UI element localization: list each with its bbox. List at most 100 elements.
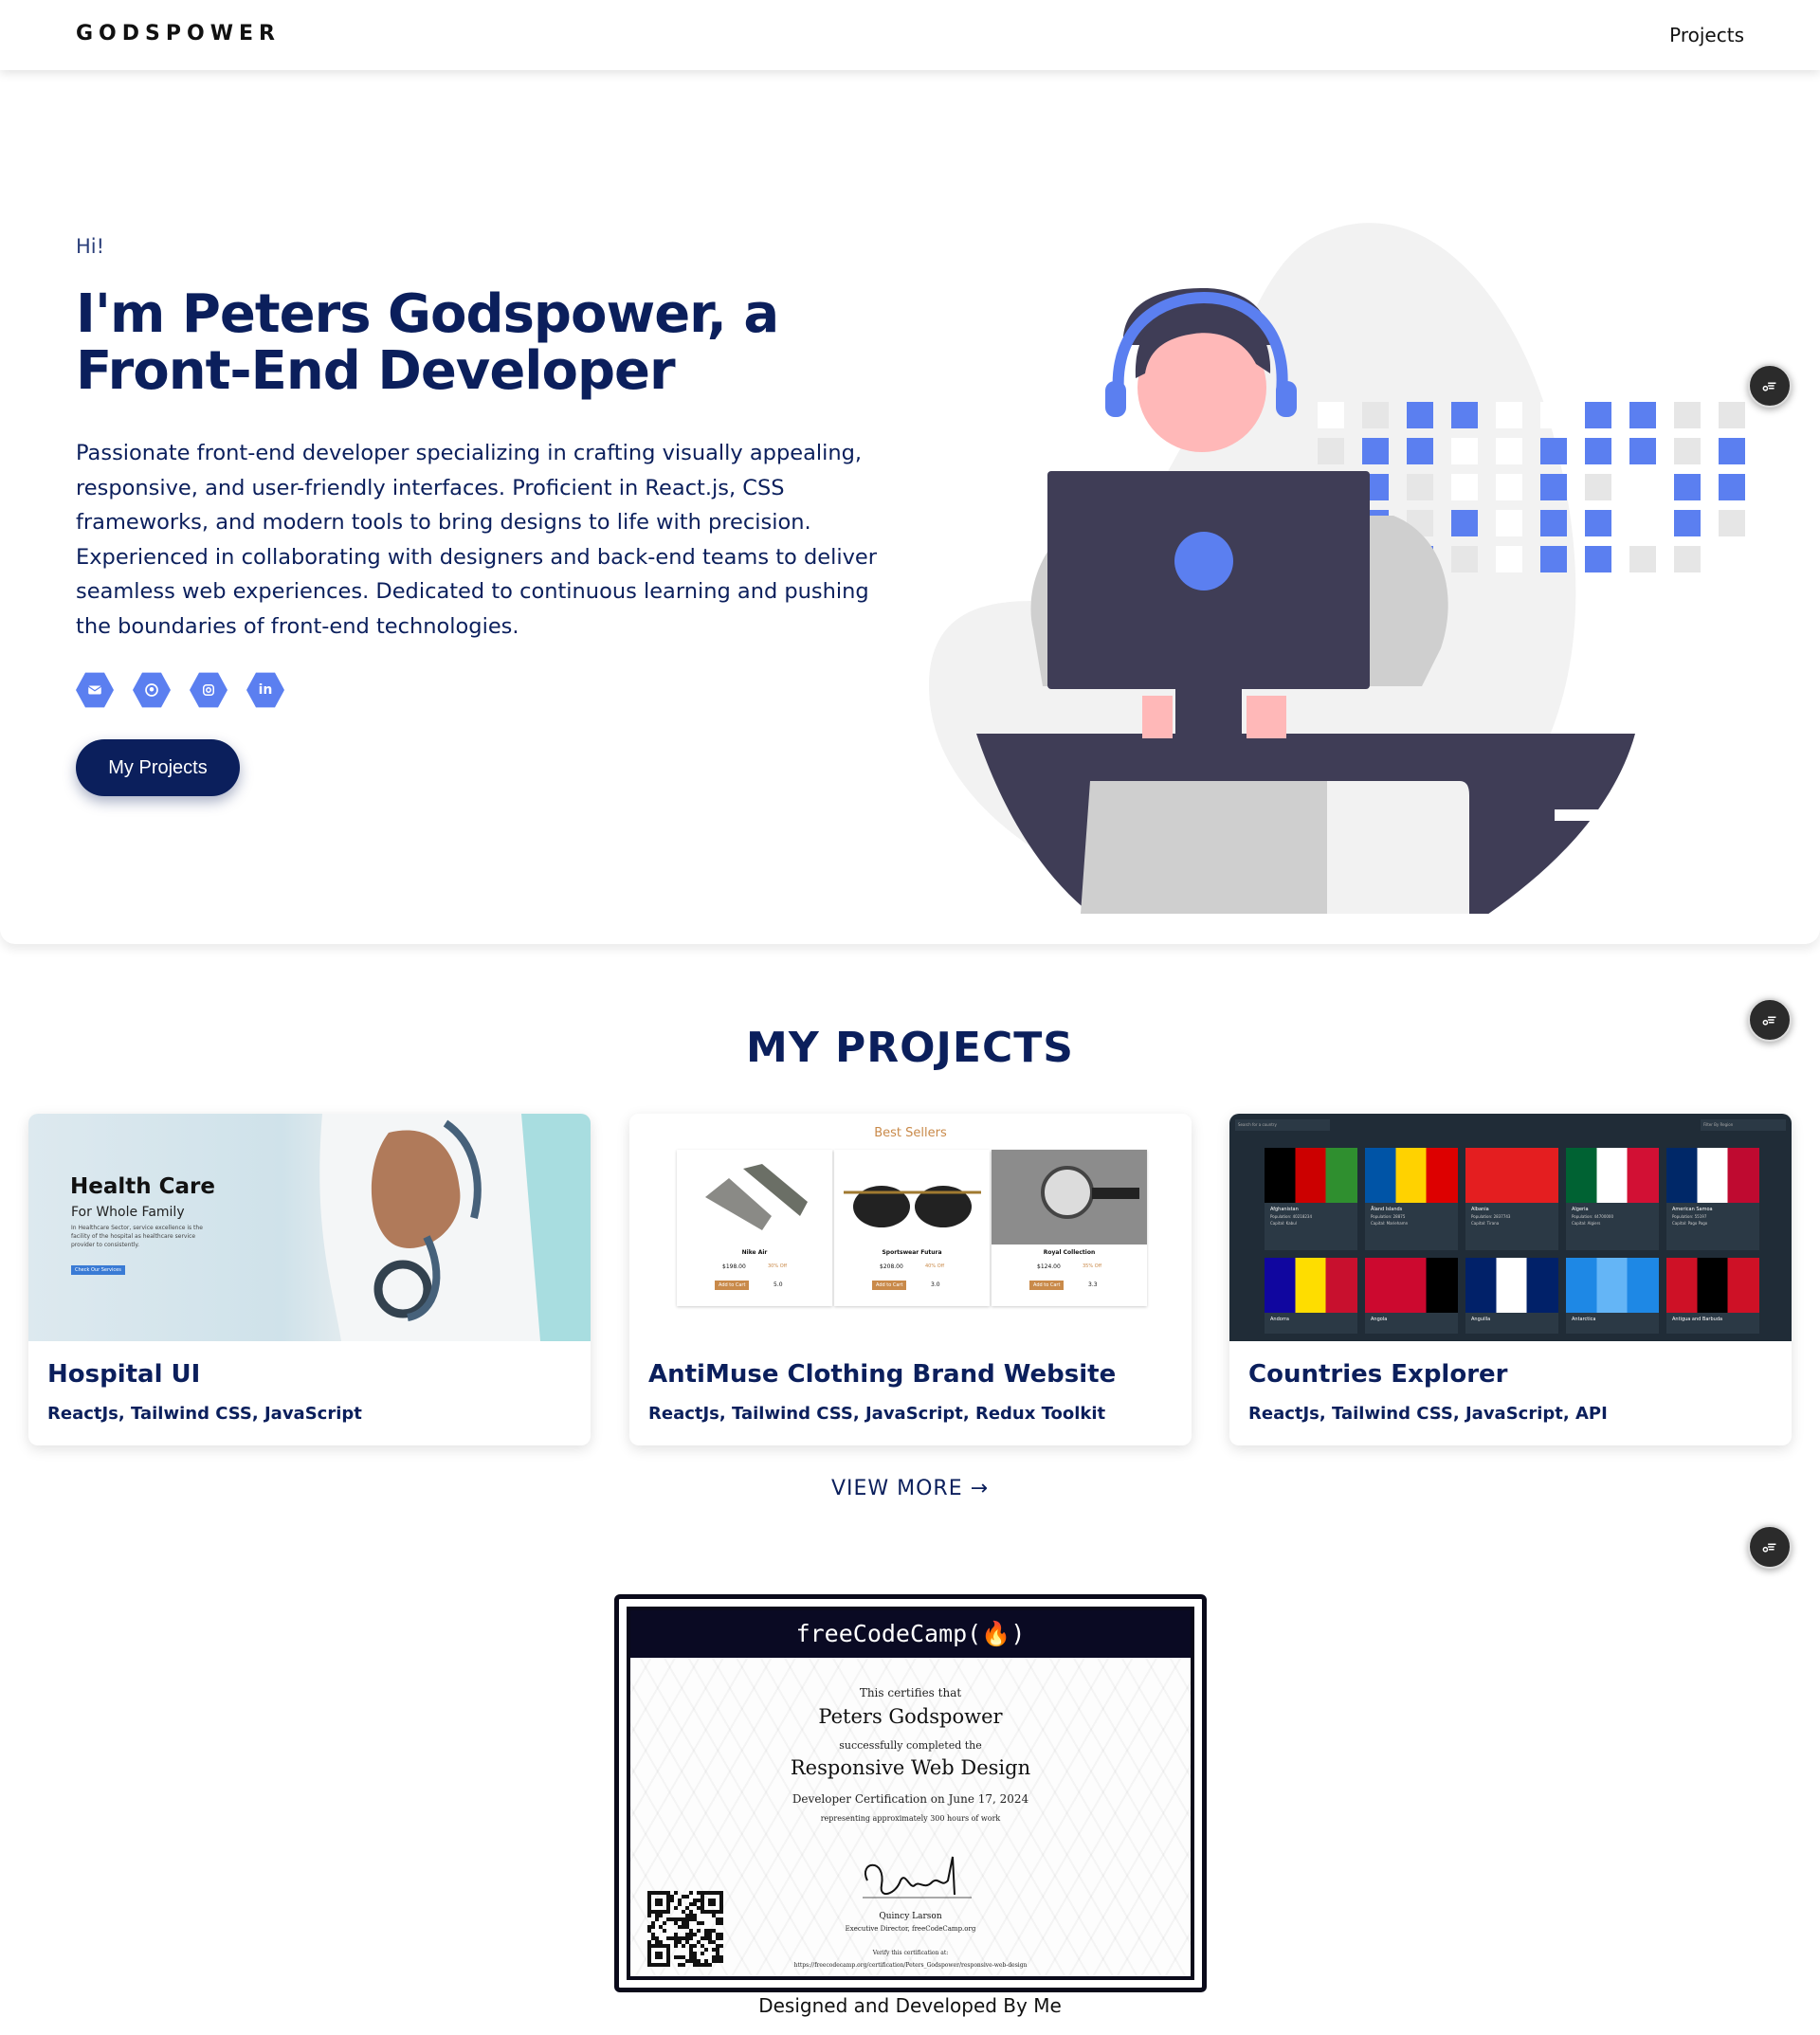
decor-square — [1585, 438, 1611, 464]
add-to-cart-button[interactable]: Add to Cart — [872, 1281, 907, 1290]
decor-square — [1629, 510, 1656, 536]
my-projects-button[interactable]: My Projects — [76, 739, 240, 796]
decor-square — [1719, 402, 1745, 428]
country-name: Afghanistan — [1270, 1207, 1299, 1212]
qr-module — [697, 1899, 701, 1902]
settings-fab-2[interactable] — [1748, 998, 1792, 1042]
qr-module — [655, 1891, 659, 1895]
qr-module — [708, 1891, 712, 1895]
add-to-cart-button[interactable]: Add to Cart — [1029, 1281, 1065, 1290]
qr-module — [651, 1933, 655, 1936]
qr-module — [708, 1899, 712, 1902]
country-search-input[interactable]: Search for a country — [1235, 1119, 1330, 1131]
qr-module — [666, 1891, 670, 1895]
qr-module — [689, 1952, 693, 1955]
qr-module — [719, 1895, 723, 1899]
country-card[interactable]: Afghanistan Population: 40218234 Capital: … — [1265, 1148, 1357, 1250]
project-card-hospital[interactable]: Health Care For Whole Family In Healthca… — [28, 1114, 591, 1445]
qr-module — [647, 1910, 651, 1914]
qr-module — [701, 1936, 704, 1940]
country-card[interactable]: Åland Islands Population: 28875 Capital: M… — [1365, 1148, 1458, 1250]
qr-module — [682, 1963, 685, 1967]
project-card-countries[interactable]: Search for a country Filter By Region Af… — [1229, 1114, 1792, 1445]
qr-module — [689, 1933, 693, 1936]
country-population: Population: 28875 — [1371, 1214, 1406, 1219]
qr-module — [708, 1933, 712, 1936]
qr-module — [693, 1944, 697, 1948]
qr-module — [701, 1944, 704, 1948]
qr-module — [689, 1917, 693, 1921]
country-card[interactable]: Andorra — [1265, 1258, 1357, 1334]
qr-module — [655, 1944, 659, 1948]
qr-module — [693, 1963, 697, 1967]
country-name: Algeria — [1572, 1207, 1589, 1212]
project-title: Countries Explorer — [1248, 1360, 1508, 1389]
country-population: Population: 2837743 — [1471, 1214, 1511, 1219]
settings-fab-3[interactable] — [1748, 1525, 1792, 1569]
qr-module — [697, 1921, 701, 1925]
decor-square — [1362, 438, 1389, 464]
linkedin-icon[interactable]: in — [246, 672, 284, 708]
view-more-link[interactable]: VIEW MORE → — [0, 1477, 1820, 1500]
qr-module — [719, 1910, 723, 1914]
country-card[interactable]: Antigua and Barbuda — [1666, 1258, 1759, 1334]
product-price: $208.00 — [880, 1263, 903, 1270]
decor-square — [1629, 546, 1656, 572]
qr-module — [716, 1933, 719, 1936]
qr-module — [693, 1914, 697, 1917]
certificate-frame: freeCodeCamp(🔥) This certifies that Pete… — [614, 1594, 1207, 1992]
qr-module — [701, 1899, 704, 1902]
country-card[interactable]: American Samoa Population: 55197 Capital: … — [1666, 1148, 1759, 1250]
instagram-icon[interactable] — [190, 672, 228, 708]
qr-module — [712, 1929, 716, 1933]
github-icon[interactable] — [133, 672, 171, 708]
decor-square — [1318, 438, 1344, 464]
country-card[interactable]: Angola — [1365, 1258, 1458, 1334]
country-card[interactable]: Anguilla — [1465, 1258, 1558, 1334]
qr-module — [697, 1959, 701, 1963]
qr-module — [666, 1906, 670, 1910]
qr-module — [647, 1906, 651, 1910]
qr-module — [682, 1921, 685, 1925]
thumb-button: Check Our Services — [71, 1265, 125, 1275]
decor-square — [1540, 510, 1567, 536]
qr-module — [712, 1940, 716, 1944]
qr-module — [659, 1925, 663, 1929]
decor-square — [1451, 402, 1478, 428]
add-to-cart-button[interactable]: Add to Cart — [715, 1281, 750, 1290]
qr-module — [655, 1952, 659, 1955]
certificate-header: freeCodeCamp(🔥) — [630, 1610, 1191, 1658]
qr-module — [663, 1910, 666, 1914]
decor-square — [1674, 438, 1701, 464]
country-card[interactable]: Albania Population: 2837743 Capital: Tiran… — [1465, 1148, 1558, 1250]
qr-module — [655, 1936, 659, 1940]
cert-line-4: representing approximately 300 hours of … — [820, 1814, 1001, 1823]
qr-module — [719, 1906, 723, 1910]
project-thumbnail: Health Care For Whole Family In Healthca… — [28, 1114, 591, 1341]
settings-fab-1[interactable] — [1748, 364, 1792, 408]
country-name: Åland Islands — [1371, 1207, 1403, 1212]
qr-module — [689, 1948, 693, 1952]
qr-module — [655, 1917, 659, 1921]
qr-module — [701, 1963, 704, 1967]
country-grid: Afghanistan Population: 40218234 Capital: … — [1265, 1148, 1759, 1334]
qr-module — [689, 1902, 693, 1906]
qr-module — [682, 1955, 685, 1959]
country-card[interactable]: Antarctica — [1566, 1258, 1659, 1334]
nav-link-projects[interactable]: Projects — [1669, 24, 1744, 46]
thumb-heading: Best Sellers — [874, 1126, 947, 1140]
region-filter-select[interactable]: Filter By Region — [1701, 1119, 1786, 1131]
qr-module — [651, 1891, 655, 1895]
product-name: Sportswear Futura — [882, 1249, 942, 1256]
country-name: Albania — [1471, 1207, 1489, 1212]
project-card-antimuse[interactable]: Best Sellers Nike Air $198.00 30% Off Ad… — [629, 1114, 1192, 1445]
qr-module — [693, 1917, 697, 1921]
qr-module — [712, 1948, 716, 1952]
mail-icon[interactable] — [76, 672, 114, 708]
brand-logo[interactable]: GODSPOWER — [76, 22, 281, 45]
decor-square — [1451, 438, 1478, 464]
country-card[interactable]: Algeria Population: 44700000 Capital: Algi… — [1566, 1148, 1659, 1250]
country-population: Population: 55197 — [1672, 1214, 1707, 1219]
decor-square — [1318, 402, 1344, 428]
qr-module — [659, 1902, 663, 1906]
